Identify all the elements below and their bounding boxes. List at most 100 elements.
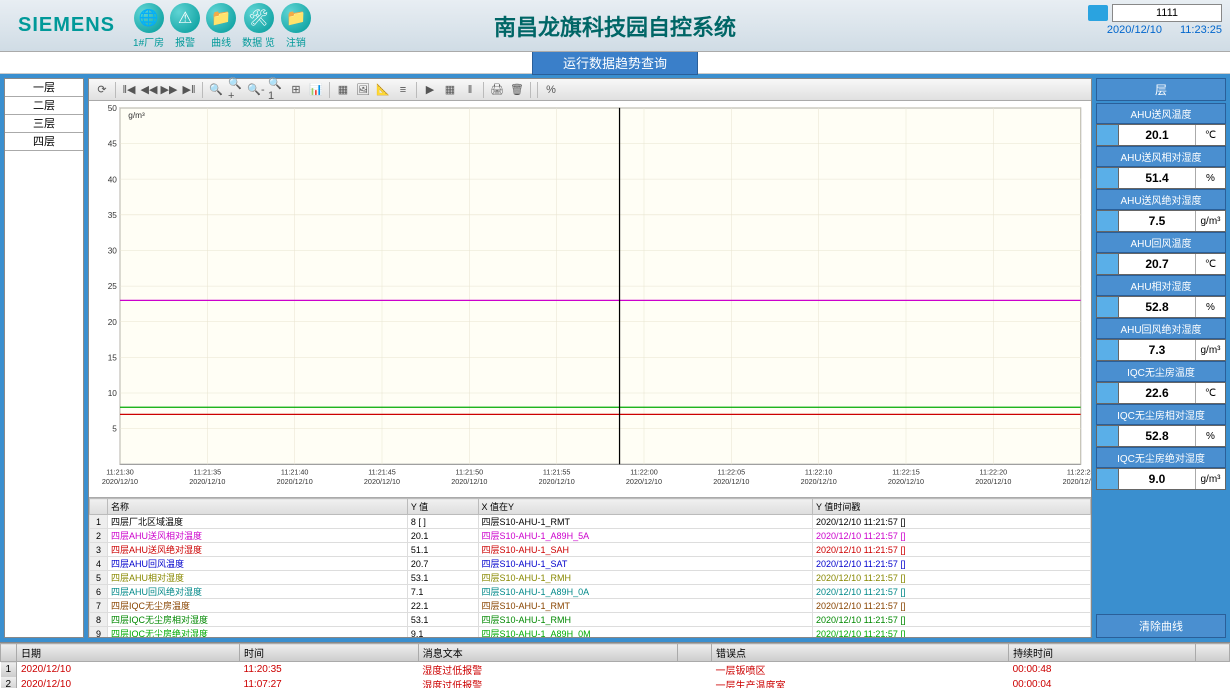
toolbar-btn-7[interactable]: 🔍- [247, 81, 265, 99]
toolbar-btn-3[interactable]: ▶▶ [160, 81, 178, 99]
nav-tools[interactable]: 🛠数据 览 [242, 3, 275, 49]
nav-globe[interactable]: 🌐1#厂房 [133, 3, 164, 49]
metric-toggle-1[interactable] [1097, 168, 1119, 188]
date-text: 2020/12/10 [1107, 24, 1162, 36]
legend-name: 四层AHU回风绝对湿度 [108, 585, 408, 599]
log-point: 一层钣喷区 [712, 662, 1009, 678]
svg-text:2020/12/10: 2020/12/10 [975, 477, 1011, 486]
nav-folder[interactable]: 📁曲线 [206, 3, 236, 49]
legend-name: 四层AHU相对湿度 [108, 571, 408, 585]
legend-row[interactable]: 8 四层IQC无尘房相对湿度 53.1 四层S10-AHU-1_RMH 2020… [90, 613, 1091, 627]
globe-icon: 🌐 [134, 3, 164, 33]
log-row[interactable]: 2 2020/12/10 11:07:27 湿度过低报警 一层生产温度室 00:… [1, 677, 1230, 688]
floor-item-4[interactable]: 四层 [5, 133, 83, 151]
metric-value-2: 7.5 [1119, 211, 1195, 231]
chart-area[interactable]: 510152025303540455011:21:302020/12/1011:… [89, 101, 1091, 497]
metric-row-2: 7.5 g/m³ [1096, 210, 1226, 232]
toolbar-btn-9[interactable]: ⊞ [287, 81, 305, 99]
toolbar-btn-13[interactable]: 📐 [374, 81, 392, 99]
toolbar-btn-15[interactable]: ▶ [421, 81, 439, 99]
toolbar-btn-14[interactable]: ≡ [394, 81, 412, 99]
legend-val: 51.1 [407, 543, 478, 557]
floor-item-1[interactable]: 一层 [5, 79, 83, 97]
toolbar-btn-18[interactable]: 🖨 [488, 81, 506, 99]
floor-item-2[interactable]: 二层 [5, 97, 83, 115]
legend-val: 22.1 [407, 599, 478, 613]
svg-text:11:21:35: 11:21:35 [194, 468, 222, 477]
metric-value-4: 52.8 [1119, 297, 1195, 317]
toolbar-btn-19[interactable]: 🗑 [508, 81, 526, 99]
legend-row[interactable]: 1 四层厂北区域温度 8 [ ] 四层S10-AHU-1_RMT 2020/12… [90, 515, 1091, 529]
toolbar-btn-10[interactable]: 📊 [307, 81, 325, 99]
trend-chart[interactable]: 510152025303540455011:21:302020/12/1011:… [89, 101, 1091, 497]
metric-toggle-7[interactable] [1097, 426, 1119, 446]
legend-val: 20.1 [407, 529, 478, 543]
legend-row[interactable]: 4 四层AHU回风温度 20.7 四层S10-AHU-1_SAT 2020/12… [90, 557, 1091, 571]
metric-value-6: 22.6 [1119, 383, 1195, 403]
metric-toggle-3[interactable] [1097, 254, 1119, 274]
page-subtitle: 运行数据趋势查询 [532, 50, 698, 75]
toolbar-btn-1[interactable]: ‖◀ [120, 81, 138, 99]
log-header: 时间 [240, 644, 419, 662]
toolbar-btn-21[interactable]: % [542, 81, 560, 99]
log-point: 一层生产温度室 [712, 677, 1009, 688]
log-header: 持续时间 [1009, 644, 1196, 662]
metric-row-4: 52.8 % [1096, 296, 1226, 318]
user-name-field[interactable]: 1111 [1112, 4, 1222, 22]
legend-row[interactable]: 6 四层AHU回风绝对湿度 7.1 四层S10-AHU-1_A89H_0A 20… [90, 585, 1091, 599]
legend-x: 四层S10-AHU-1_SAT [478, 557, 813, 571]
floor-item-3[interactable]: 三层 [5, 115, 83, 133]
svg-text:11:21:50: 11:21:50 [456, 468, 484, 477]
log-num: 2 [1, 677, 17, 688]
legend-row[interactable]: 3 四层AHU送风绝对湿度 51.1 四层S10-AHU-1_SAH 2020/… [90, 543, 1091, 557]
legend-row[interactable]: 2 四层AHU送风相对温度 20.1 四层S10-AHU-1_A89H_5A 2… [90, 529, 1091, 543]
nav-label: 1#厂房 [133, 34, 164, 49]
metric-label-1: AHU送风相对湿度 [1096, 146, 1226, 167]
clear-curves-button[interactable]: 清除曲线 [1096, 614, 1226, 638]
log-row[interactable]: 1 2020/12/10 11:20:35 湿度过低报警 一层钣喷区 00:00… [1, 662, 1230, 678]
subtitle-bar: 运行数据趋势查询 [0, 52, 1230, 74]
legend-table[interactable]: 名称Y 值X 值在YY 值时间戳 1 四层厂北区域温度 8 [ ] 四层S10-… [89, 497, 1091, 637]
legend-row[interactable]: 9 四层IQC无尘房绝对湿度 9.1 四层S10-AHU-1_A89H_0M 2… [90, 627, 1091, 638]
toolbar-btn-5[interactable]: 🔍 [207, 81, 225, 99]
legend-row[interactable]: 5 四层AHU相对湿度 53.1 四层S10-AHU-1_RMH 2020/12… [90, 571, 1091, 585]
legend-val: 53.1 [407, 571, 478, 585]
alarm-log[interactable]: 日期时间消息文本错误点持续时间 1 2020/12/10 11:20:35 湿度… [0, 642, 1230, 688]
legend-row[interactable]: 7 四层IQC无尘房温度 22.1 四层S10-AHU-1_RMT 2020/1… [90, 599, 1091, 613]
toolbar-btn-4[interactable]: ▶‖ [180, 81, 198, 99]
toolbar-btn-16[interactable]: ▦ [441, 81, 459, 99]
svg-text:11:22:10: 11:22:10 [805, 468, 833, 477]
log-header [1195, 644, 1229, 662]
svg-text:2020/12/10: 2020/12/10 [451, 477, 487, 486]
metric-value-5: 7.3 [1119, 340, 1195, 360]
toolbar-btn-17[interactable]: ‖ [461, 81, 479, 99]
metric-toggle-5[interactable] [1097, 340, 1119, 360]
legend-val: 7.1 [407, 585, 478, 599]
toolbar-btn-11[interactable]: ▦ [334, 81, 352, 99]
metric-toggle-4[interactable] [1097, 297, 1119, 317]
log-msg: 湿度过低报警 [418, 677, 677, 688]
metric-row-3: 20.7 ℃ [1096, 253, 1226, 275]
metric-toggle-2[interactable] [1097, 211, 1119, 231]
toolbar-btn-12[interactable]: 🖼 [354, 81, 372, 99]
nav-alert[interactable]: ⚠报警 [170, 3, 200, 49]
metric-toggle-0[interactable] [1097, 125, 1119, 145]
svg-text:11:22:25: 11:22:25 [1067, 468, 1091, 477]
metric-toggle-6[interactable] [1097, 383, 1119, 403]
metric-row-0: 20.1 ℃ [1096, 124, 1226, 146]
toolbar-btn-6[interactable]: 🔍+ [227, 81, 245, 99]
nav-icons: 🌐1#厂房⚠报警📁曲线🛠数据 览📁注销 [133, 3, 311, 49]
nav-folder[interactable]: 📁注销 [281, 3, 311, 49]
row-num: 4 [90, 557, 108, 571]
main-area: 一层二层三层四层 ⟳‖◀◀◀▶▶▶‖🔍🔍+🔍-🔍1⊞📊▦🖼📐≡▶▦‖🖨🗑% 51… [0, 74, 1230, 642]
metric-label-2: AHU送风绝对湿度 [1096, 189, 1226, 210]
toolbar-btn-2[interactable]: ◀◀ [140, 81, 158, 99]
toolbar-btn-0[interactable]: ⟳ [93, 81, 111, 99]
legend-header: X 值在Y [478, 499, 813, 515]
metric-row-7: 52.8 % [1096, 425, 1226, 447]
metric-unit-6: ℃ [1195, 383, 1225, 403]
log-header [677, 644, 711, 662]
svg-text:30: 30 [108, 247, 118, 256]
metric-toggle-8[interactable] [1097, 469, 1119, 489]
toolbar-btn-8[interactable]: 🔍1 [267, 81, 285, 99]
